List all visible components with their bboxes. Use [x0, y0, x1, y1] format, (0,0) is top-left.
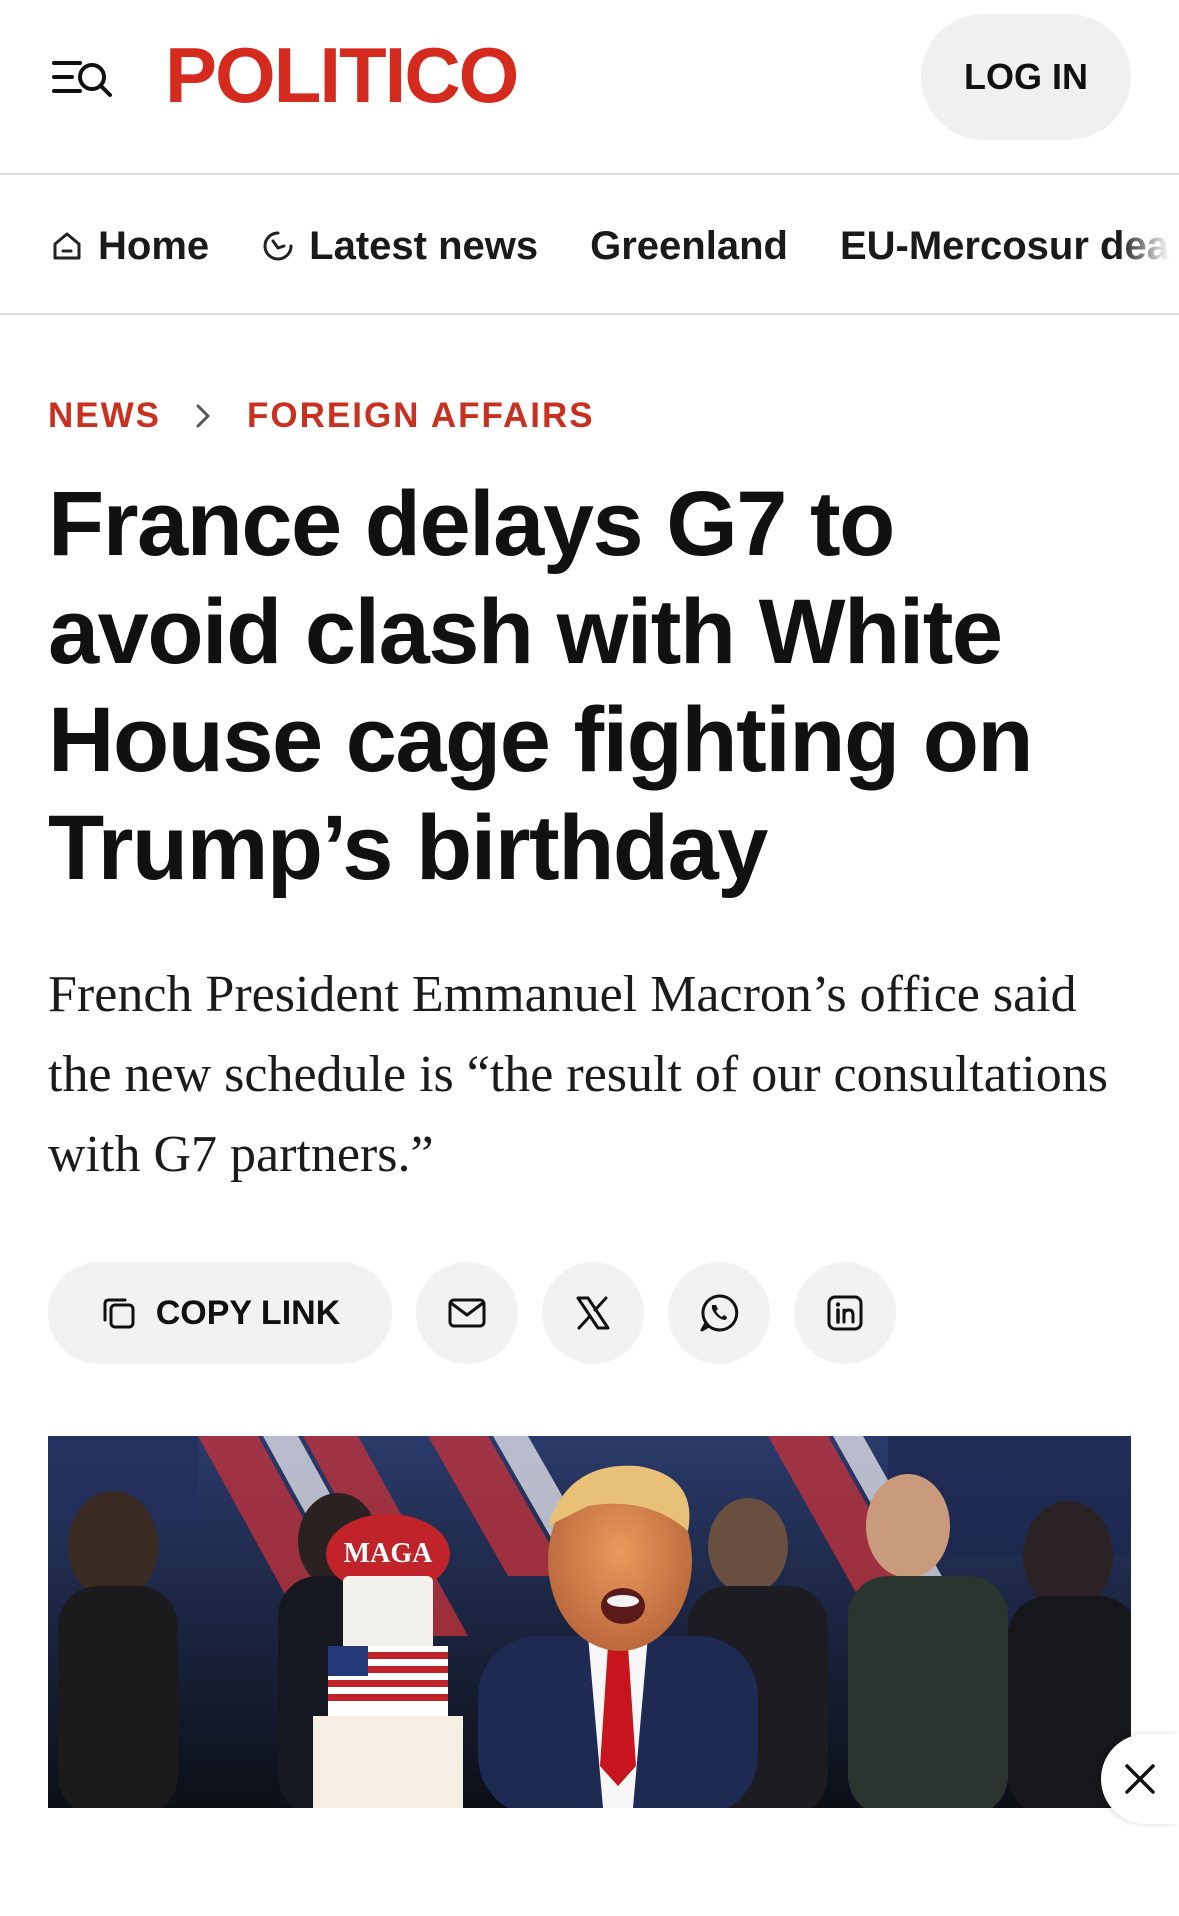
x-icon [576, 1296, 610, 1330]
copy-link-label: COPY LINK [155, 1293, 341, 1332]
nav-item-latest-news[interactable]: Latest news [261, 224, 538, 269]
login-button[interactable]: LOG IN [921, 14, 1131, 140]
hero-image: MAGA [48, 1436, 1131, 1808]
share-whatsapp-button[interactable] [668, 1262, 770, 1364]
nav-item-label: Latest news [309, 223, 539, 268]
breadcrumb: NEWS FOREIGN AFFAIRS [48, 392, 595, 440]
politico-logo[interactable]: POLITICO [165, 30, 519, 120]
nav-item-home[interactable]: Home [50, 224, 209, 269]
nav-fade [1119, 177, 1179, 313]
site-header: POLITICO LOG IN [0, 0, 1179, 175]
nav-item-greenland[interactable]: Greenland [590, 224, 788, 269]
nav-item-label: Greenland [590, 223, 788, 268]
chevron-right-icon [195, 403, 211, 429]
home-icon [53, 232, 81, 260]
email-icon [448, 1298, 486, 1328]
share-x-button[interactable] [542, 1262, 644, 1364]
top-nav: Home Latest news Greenland EU-Mercosur d… [0, 177, 1179, 315]
clock-icon [263, 231, 293, 261]
breadcrumb-foreign-affairs[interactable]: FOREIGN AFFAIRS [247, 396, 595, 436]
linkedin-icon [827, 1295, 863, 1331]
share-bar: COPY LINK [48, 1262, 920, 1364]
close-ad-button[interactable] [1101, 1734, 1179, 1824]
close-icon [1125, 1764, 1155, 1794]
menu-search-icon[interactable] [50, 55, 120, 105]
copy-link-button[interactable]: COPY LINK [48, 1262, 392, 1364]
share-linkedin-button[interactable] [794, 1262, 896, 1364]
logo-text: POLITICO [165, 30, 519, 119]
cake-badge-text: MAGA [344, 1538, 433, 1569]
article-headline: France delays G7 to avoid clash with Whi… [48, 473, 1034, 899]
article-dek: French President Emmanuel Macron’s offic… [48, 966, 1108, 1183]
share-email-button[interactable] [416, 1262, 518, 1364]
breadcrumb-news[interactable]: NEWS [48, 396, 161, 436]
copy-icon [103, 1298, 135, 1329]
nav-item-label: Home [98, 223, 210, 268]
whatsapp-icon [700, 1294, 739, 1332]
